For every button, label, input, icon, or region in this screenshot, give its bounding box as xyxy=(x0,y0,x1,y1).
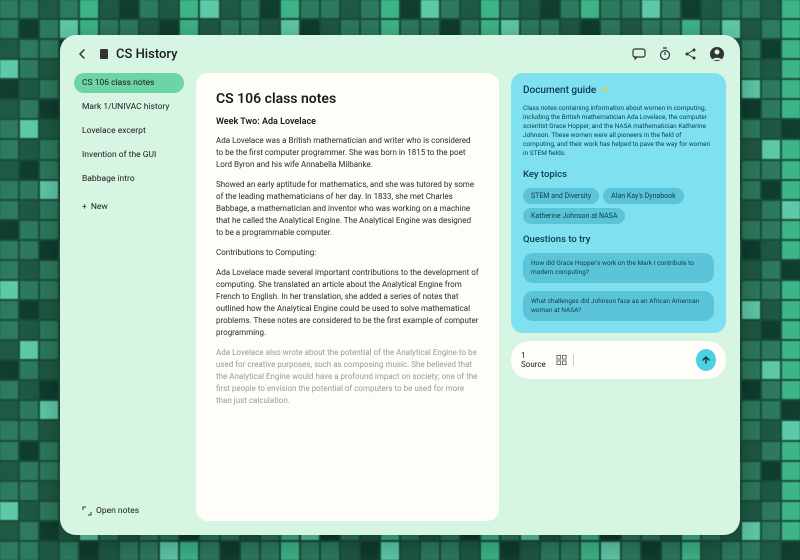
sidebar-item-gui[interactable]: Invention of the GUI xyxy=(74,145,184,165)
header: CS History xyxy=(60,35,740,73)
chat-input[interactable] xyxy=(580,355,690,364)
page-title-text: CS History xyxy=(116,47,177,62)
open-notes-button[interactable]: Open notes xyxy=(74,501,184,521)
document-paragraph: Contributions to Computing: xyxy=(216,247,479,259)
open-notes-label: Open notes xyxy=(96,506,139,516)
app-window: CS History CS 106 class notes Mark 1/UNI… xyxy=(60,35,740,535)
page-title: CS History xyxy=(98,47,177,62)
plus-icon: + xyxy=(82,202,87,212)
sidebar-item-mark1[interactable]: Mark 1/UNIVAC history xyxy=(74,97,184,117)
topic-chip[interactable]: Katherine Johnson at NASA xyxy=(523,208,625,224)
notebook-icon xyxy=(98,48,110,60)
question-item[interactable]: How did Grace Hopper's work on the Mark … xyxy=(523,253,714,283)
key-topics-label: Key topics xyxy=(523,169,714,180)
guide-panel: Document guide ✦ Class notes containing … xyxy=(511,73,726,521)
back-button[interactable] xyxy=(74,46,90,62)
avatar[interactable] xyxy=(708,45,726,63)
document-title: CS 106 class notes xyxy=(216,91,479,107)
guide-title-text: Document guide xyxy=(523,85,596,96)
questions-label: Questions to try xyxy=(523,234,714,245)
new-note-button[interactable]: + New xyxy=(74,197,184,217)
document-panel: CS 106 class notes Week Two: Ada Lovelac… xyxy=(196,73,499,521)
source-count[interactable]: 1 Source xyxy=(521,351,550,369)
document-paragraph: Showed an early aptitude for mathematics… xyxy=(216,179,479,239)
timer-icon[interactable] xyxy=(656,45,674,63)
document-paragraph: Ada Lovelace was a British mathematician… xyxy=(216,135,479,171)
share-icon[interactable] xyxy=(682,45,700,63)
document-paragraph: Ada Lovelace also wrote about the potent… xyxy=(216,347,479,407)
topic-chips: STEM and Diversity Alan Kay's Dynabook K… xyxy=(523,188,714,224)
document-paragraph: Ada Lovelace made several important cont… xyxy=(216,267,479,339)
expand-icon xyxy=(82,506,92,516)
send-button[interactable] xyxy=(696,349,716,371)
new-note-label: New xyxy=(91,202,108,212)
sidebar-item-lovelace[interactable]: Lovelace excerpt xyxy=(74,121,184,141)
chat-input-bar: 1 Source xyxy=(511,341,726,379)
divider xyxy=(573,354,574,366)
sidebar-item-babbage[interactable]: Babbage intro xyxy=(74,169,184,189)
guide-title: Document guide ✦ xyxy=(523,85,714,96)
main-content: CS 106 class notes Mark 1/UNIVAC history… xyxy=(60,73,740,535)
topic-chip[interactable]: Alan Kay's Dynabook xyxy=(603,188,684,204)
sidebar: CS 106 class notes Mark 1/UNIVAC history… xyxy=(74,73,184,521)
question-item[interactable]: What challenges did Johnson face as an A… xyxy=(523,291,714,321)
guide-description: Class notes containing information about… xyxy=(523,104,714,159)
document-subtitle: Week Two: Ada Lovelace xyxy=(216,117,479,127)
topic-chip[interactable]: STEM and Diversity xyxy=(523,188,599,204)
comment-icon[interactable] xyxy=(630,45,648,63)
document-guide: Document guide ✦ Class notes containing … xyxy=(511,73,726,333)
sparkle-icon: ✦ xyxy=(600,85,608,96)
sidebar-item-cs106[interactable]: CS 106 class notes xyxy=(74,73,184,93)
grid-icon[interactable] xyxy=(556,354,567,366)
